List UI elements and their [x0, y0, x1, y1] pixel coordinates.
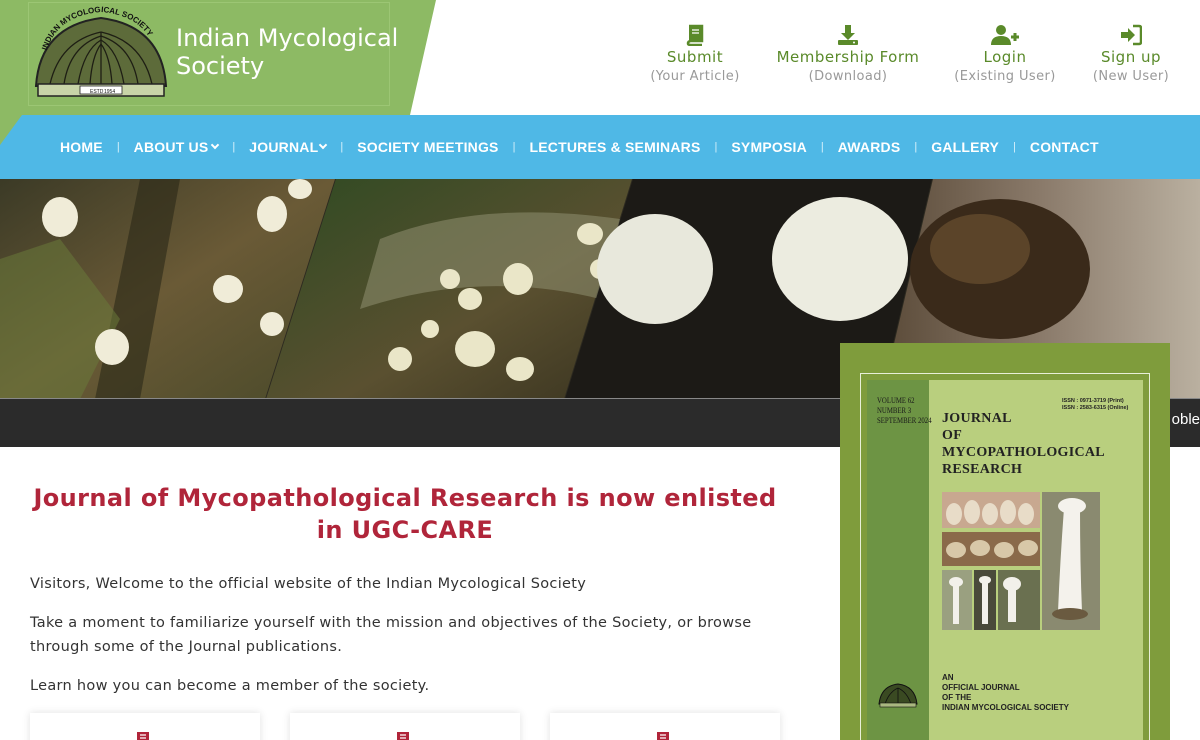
nav-separator: |: [232, 141, 236, 153]
nav-journal-label: JOURNAL: [249, 139, 319, 155]
submit-sub: (Your Article): [650, 69, 740, 84]
ticker-text[interactable]: oble: [1172, 411, 1200, 428]
book-icon: [686, 24, 704, 46]
cover-title-line2: OF: [942, 428, 963, 443]
cover-title: JOURNAL OF MYCOPATHOLOGICAL RESEARCH: [942, 410, 1105, 478]
nav-separator: |: [714, 141, 718, 153]
submit-label: Submit: [666, 48, 724, 66]
nav-separator: |: [512, 141, 516, 153]
cover-foot-line1: AN: [942, 673, 954, 682]
nav-separator: |: [820, 141, 824, 153]
nav-awards[interactable]: AWARDS: [838, 139, 901, 155]
cover-volume: VOLUME 62: [877, 396, 915, 405]
chevron-down-icon: [211, 140, 220, 150]
journal-cover[interactable]: VOLUME 62 NUMBER 3 SEPTEMBER 2024 ISSN :…: [867, 380, 1143, 740]
cover-foot-line4: INDIAN MYCOLOGICAL SOCIETY: [942, 703, 1069, 712]
nav-about-us[interactable]: ABOUT US: [133, 139, 220, 155]
welcome-text: Visitors, Welcome to the official websit…: [30, 576, 587, 592]
book-icon: [137, 732, 149, 740]
society-emblem-icon[interactable]: INDIAN MYCOLOGICAL SOCIETY ESTD 1954: [30, 6, 172, 102]
cover-number: NUMBER 3: [877, 406, 912, 415]
membership-label: Membership Form: [776, 48, 920, 66]
cover-footer: AN OFFICIAL JOURNAL OF THE INDIAN MYCOLO…: [942, 673, 1069, 713]
nav-separator: |: [340, 141, 344, 153]
emblem-estd: ESTD: [90, 89, 104, 95]
chevron-down-icon: [319, 140, 328, 150]
login-sub: (Existing User): [954, 69, 1056, 84]
book-icon: [657, 732, 669, 740]
cover-emblem-icon: [878, 683, 918, 708]
nav-home[interactable]: HOME: [60, 139, 103, 155]
nav-lectures-seminars[interactable]: LECTURES & SEMINARS: [529, 139, 700, 155]
membership-sub: (Download): [808, 69, 888, 84]
nav-separator: |: [116, 141, 120, 153]
cover-foot-line3: OF THE: [942, 693, 972, 702]
signup-link[interactable]: Sign up (New User): [1088, 24, 1174, 84]
site-header: INDIAN MYCOLOGICAL SOCIETY ESTD 1954 Ind…: [0, 0, 1200, 150]
feature-card[interactable]: [550, 713, 780, 740]
nav-symposia[interactable]: SYMPOSIA: [731, 139, 807, 155]
site-title-line1: Indian Mycological: [176, 24, 399, 52]
cover-volume-info: VOLUME 62 NUMBER 3 SEPTEMBER 2024: [877, 396, 932, 426]
book-icon: [397, 732, 409, 740]
nav-journal[interactable]: JOURNAL: [249, 139, 328, 155]
signup-sub: (New User): [1092, 69, 1170, 84]
emblem-year: 1954: [104, 89, 115, 95]
nav-separator: |: [1013, 141, 1016, 153]
nav-gallery[interactable]: GALLERY: [931, 139, 999, 155]
nav-contact[interactable]: CONTACT: [1030, 139, 1099, 155]
feature-card[interactable]: [290, 713, 520, 740]
user-plus-icon: [991, 25, 1019, 45]
site-title[interactable]: Indian Mycological Society: [176, 24, 398, 80]
page-headline: Journal of Mycopathological Research is …: [33, 484, 777, 544]
sign-in-icon: [1121, 24, 1142, 46]
cover-mushroom-photos: [942, 492, 1100, 630]
cover-title-line3: MYCOPATHOLOGICAL: [942, 445, 1105, 460]
cover-date: SEPTEMBER 2024: [877, 416, 932, 425]
site-title-line2: Society: [176, 52, 265, 80]
cover-title-line4: RESEARCH: [942, 462, 1023, 477]
cover-foot-line2: OFFICIAL JOURNAL: [942, 683, 1020, 692]
download-icon: [838, 25, 858, 45]
login-link[interactable]: Login (Existing User): [950, 24, 1060, 84]
nav-society-meetings[interactable]: SOCIETY MEETINGS: [357, 139, 498, 155]
mission-text: Take a moment to familiarize yourself wi…: [30, 615, 752, 655]
cover-title-line1: JOURNAL: [942, 411, 1012, 426]
membership-text: Learn how you can become a member of the…: [30, 678, 430, 694]
main-navigation: HOME | ABOUT US | JOURNAL | SOCIETY MEET…: [0, 115, 1200, 179]
submit-article-link[interactable]: Submit (Your Article): [646, 24, 744, 84]
cover-issn-print: ISSN : 0971-3719 (Print): [1062, 398, 1124, 404]
login-label: Login: [983, 48, 1027, 66]
feature-card[interactable]: [30, 713, 260, 740]
membership-form-link[interactable]: Membership Form (Download): [774, 24, 922, 84]
nav-separator: |: [914, 141, 918, 153]
nav-about-label: ABOUT US: [133, 139, 209, 155]
signup-label: Sign up: [1100, 48, 1161, 66]
